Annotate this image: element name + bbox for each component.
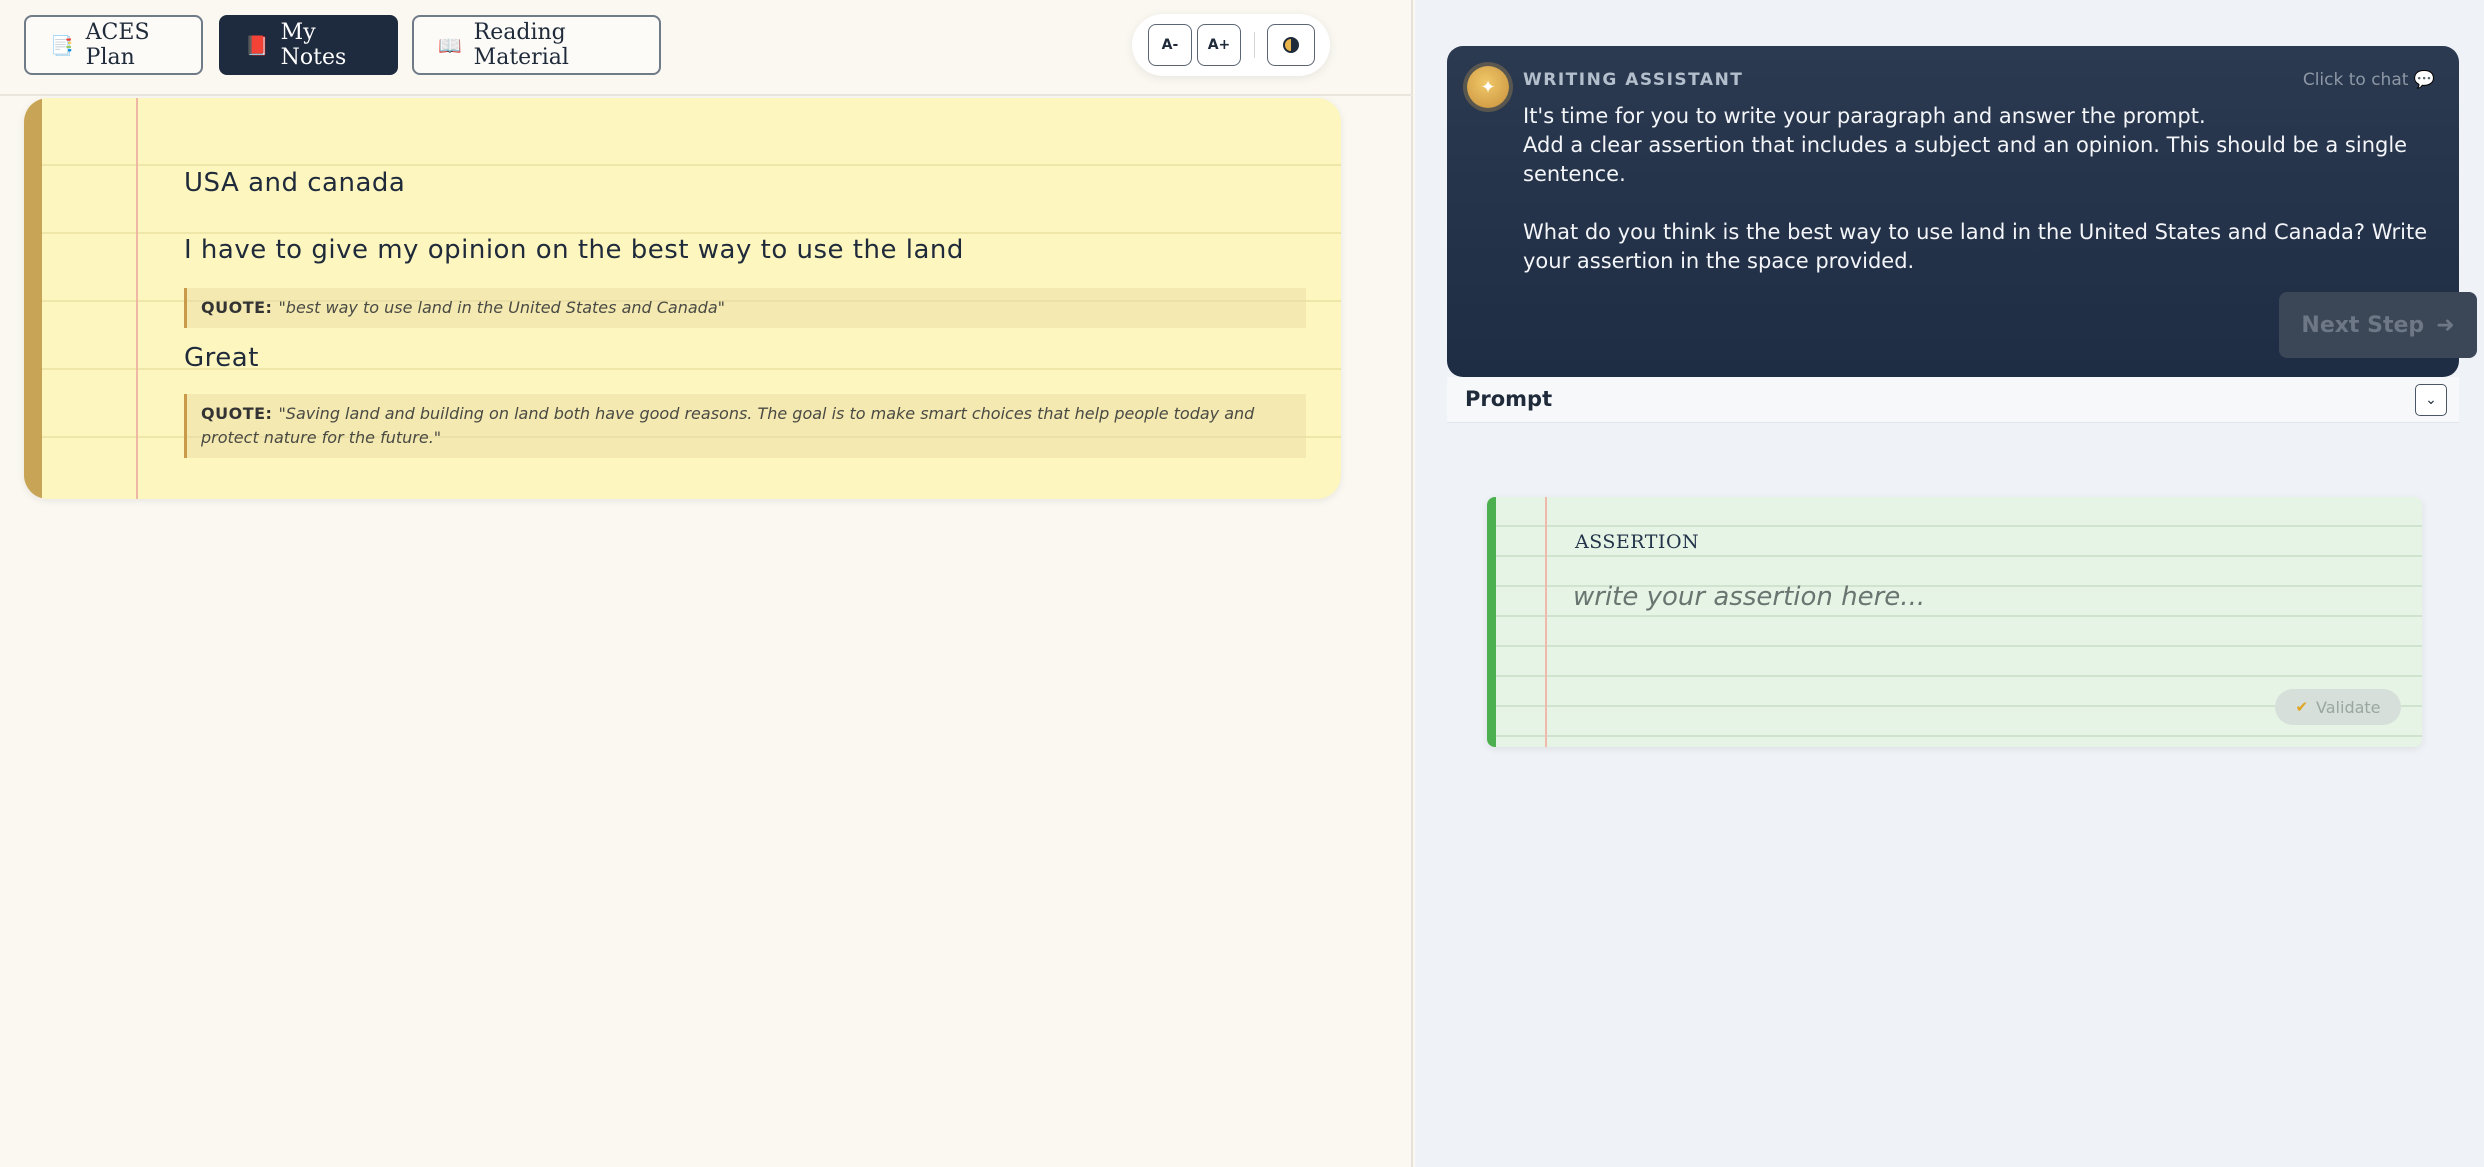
note-line: I have to give my opinion on the best wa…: [184, 235, 964, 265]
book-icon: 📖: [438, 34, 462, 57]
writing-assistant-card[interactable]: ✦ WRITING ASSISTANT Click to chat 💬 It's…: [1447, 46, 2477, 377]
assertion-accent-bar: [1487, 497, 1496, 747]
note-title: USA and canada: [184, 168, 406, 198]
assistant-message: It's time for you to write your paragrap…: [1523, 102, 2433, 276]
assistant-line: What do you think is the best way to use…: [1523, 220, 2428, 273]
quote-label: QUOTE:: [201, 298, 273, 317]
validate-label: Validate: [2316, 697, 2381, 717]
note-line: Great: [184, 343, 259, 373]
notebook-margin-line: [136, 98, 138, 499]
quote-text: "best way to use land in the United Stat…: [278, 298, 725, 317]
next-step-button[interactable]: Next Step ➜: [2279, 292, 2477, 358]
toolbar-divider: [1254, 32, 1255, 58]
tab-label: My Notes: [280, 20, 347, 70]
increase-font-button[interactable]: A+: [1197, 24, 1241, 66]
contrast-toggle-button[interactable]: [1267, 24, 1315, 66]
assertion-label: ASSERTION: [1575, 531, 1700, 553]
quote-text: "Saving land and building on land both h…: [201, 404, 1255, 447]
decrease-font-button[interactable]: A-: [1148, 24, 1192, 66]
tab-aces-plan[interactable]: 📑 ACES Plan: [24, 15, 203, 75]
tab-reading-material[interactable]: 📖 Reading Material: [412, 15, 661, 75]
tab-my-notes[interactable]: 📕 My Notes: [219, 15, 398, 75]
top-toolbar: 📑 ACES Plan 📕 My Notes 📖 Reading Materia…: [0, 0, 1413, 96]
assertion-input[interactable]: [1573, 577, 2393, 617]
assertion-card: ASSERTION ✔ Validate: [1487, 497, 2422, 747]
note-quote: QUOTE: "best way to use land in the Unite…: [184, 288, 1306, 328]
notebook-binding: [24, 98, 42, 499]
quote-label: QUOTE:: [201, 404, 273, 423]
click-to-chat-label: Click to chat: [2302, 70, 2409, 90]
tab-label: Reading Material: [473, 20, 569, 70]
chevron-down-icon[interactable]: ⌄: [2415, 384, 2447, 416]
assistant-line: It's time for you to write your paragrap…: [1523, 104, 2206, 128]
tab-label: ACES Plan: [85, 20, 150, 70]
sparkle-icon: ✦: [1467, 66, 1509, 108]
next-step-label: Next Step: [2301, 312, 2425, 338]
bookmark-icon: 📑: [50, 34, 74, 57]
validate-button[interactable]: ✔ Validate: [2275, 689, 2401, 725]
contrast-icon: [1283, 37, 1299, 53]
note-quote: QUOTE: "Saving land and building on land …: [184, 394, 1306, 458]
chat-bubble-icon: 💬: [2413, 70, 2435, 90]
check-icon: ✔: [2295, 698, 2309, 716]
display-tools: A- A+: [1132, 14, 1330, 76]
assertion-margin-line: [1545, 497, 1547, 747]
notebook-icon: 📕: [245, 34, 269, 57]
click-to-chat-hint[interactable]: Click to chat 💬: [2303, 70, 2435, 90]
prompt-section[interactable]: Prompt ⌄: [1447, 377, 2459, 423]
writing-panel: ✦ WRITING ASSISTANT Click to chat 💬 It's…: [1415, 0, 2484, 1167]
prompt-label: Prompt: [1465, 387, 1553, 411]
assistant-label: WRITING ASSISTANT: [1523, 70, 1744, 90]
notes-panel: 📑 ACES Plan 📕 My Notes 📖 Reading Materia…: [0, 0, 1413, 1167]
notes-notebook: USA and canada I have to give my opinion…: [24, 98, 1341, 499]
assistant-line: Add a clear assertion that includes a su…: [1523, 133, 2408, 186]
arrow-right-icon: ➜: [2436, 312, 2455, 338]
